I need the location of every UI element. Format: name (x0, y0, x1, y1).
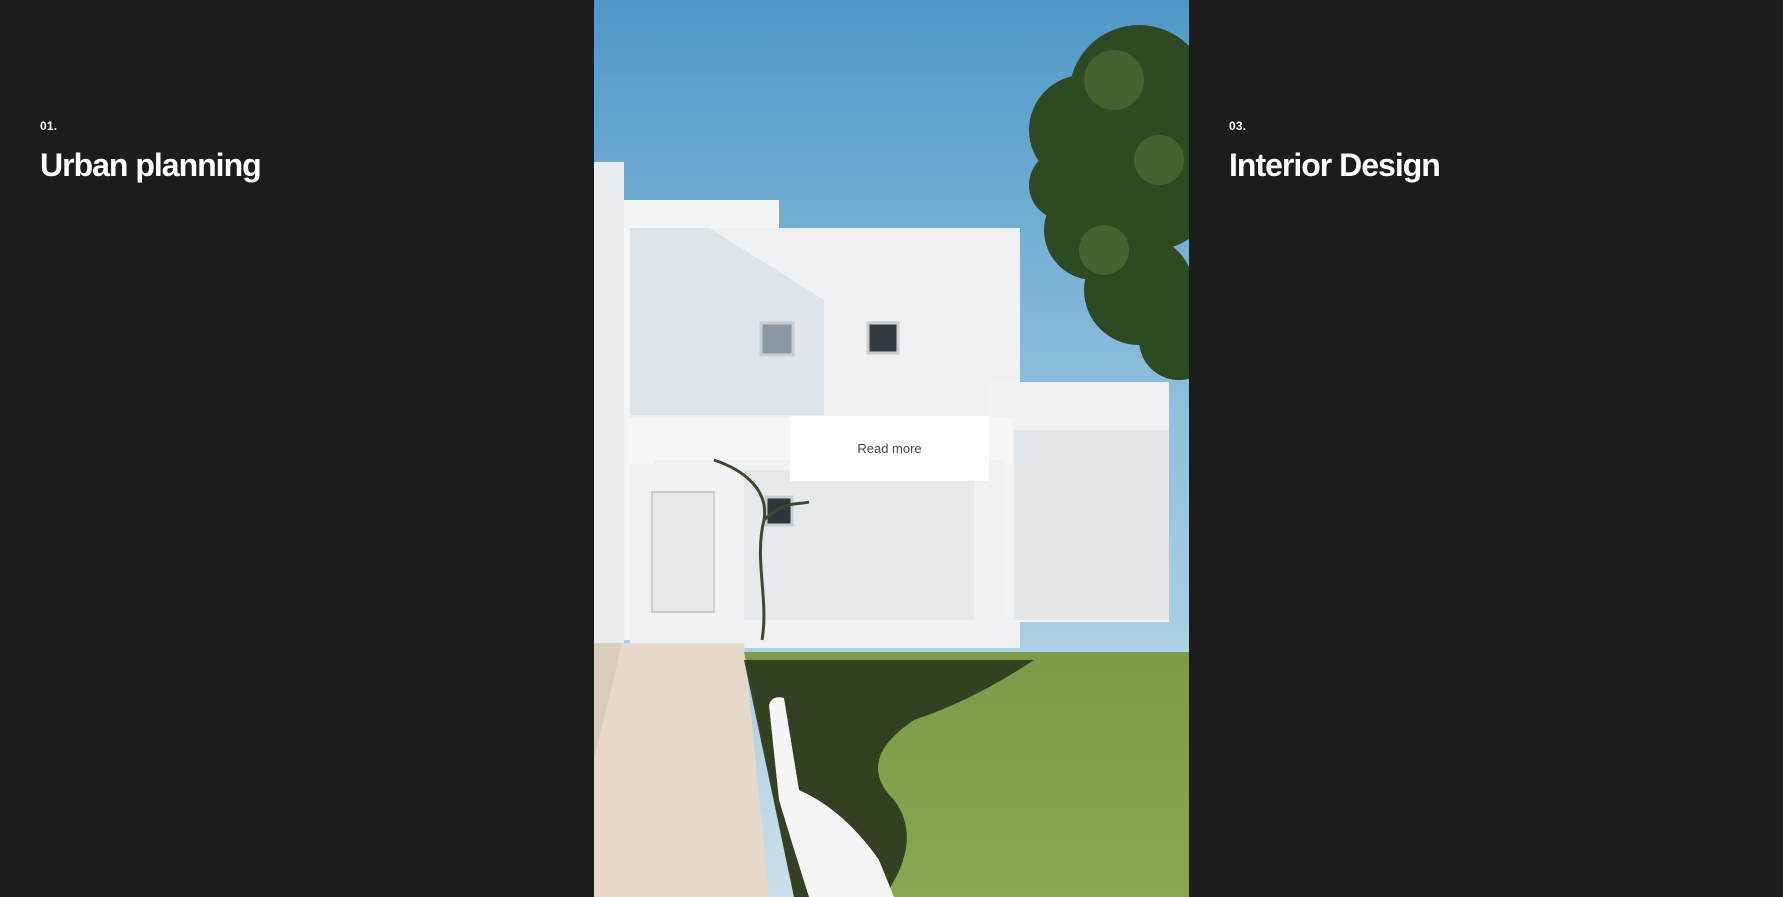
service-title[interactable]: Interior Design (1229, 147, 1441, 183)
service-panel-interior-design[interactable]: 03. Interior Design (1189, 0, 1783, 897)
service-number: 03. (1229, 119, 1247, 133)
panel-text: 01. Urban planning (40, 119, 262, 183)
service-number: 01. (40, 119, 58, 133)
read-more-button[interactable]: Read more (790, 416, 989, 481)
service-title[interactable]: Urban planning (40, 147, 262, 183)
service-panel-urban-planning[interactable]: 01. Urban planning (0, 0, 594, 897)
services-carousel: 01. Urban planning Read more 03. Interio… (0, 0, 1783, 897)
panel-text: 03. Interior Design (1229, 119, 1441, 183)
service-panel-architecture[interactable]: Read more (594, 0, 1189, 897)
